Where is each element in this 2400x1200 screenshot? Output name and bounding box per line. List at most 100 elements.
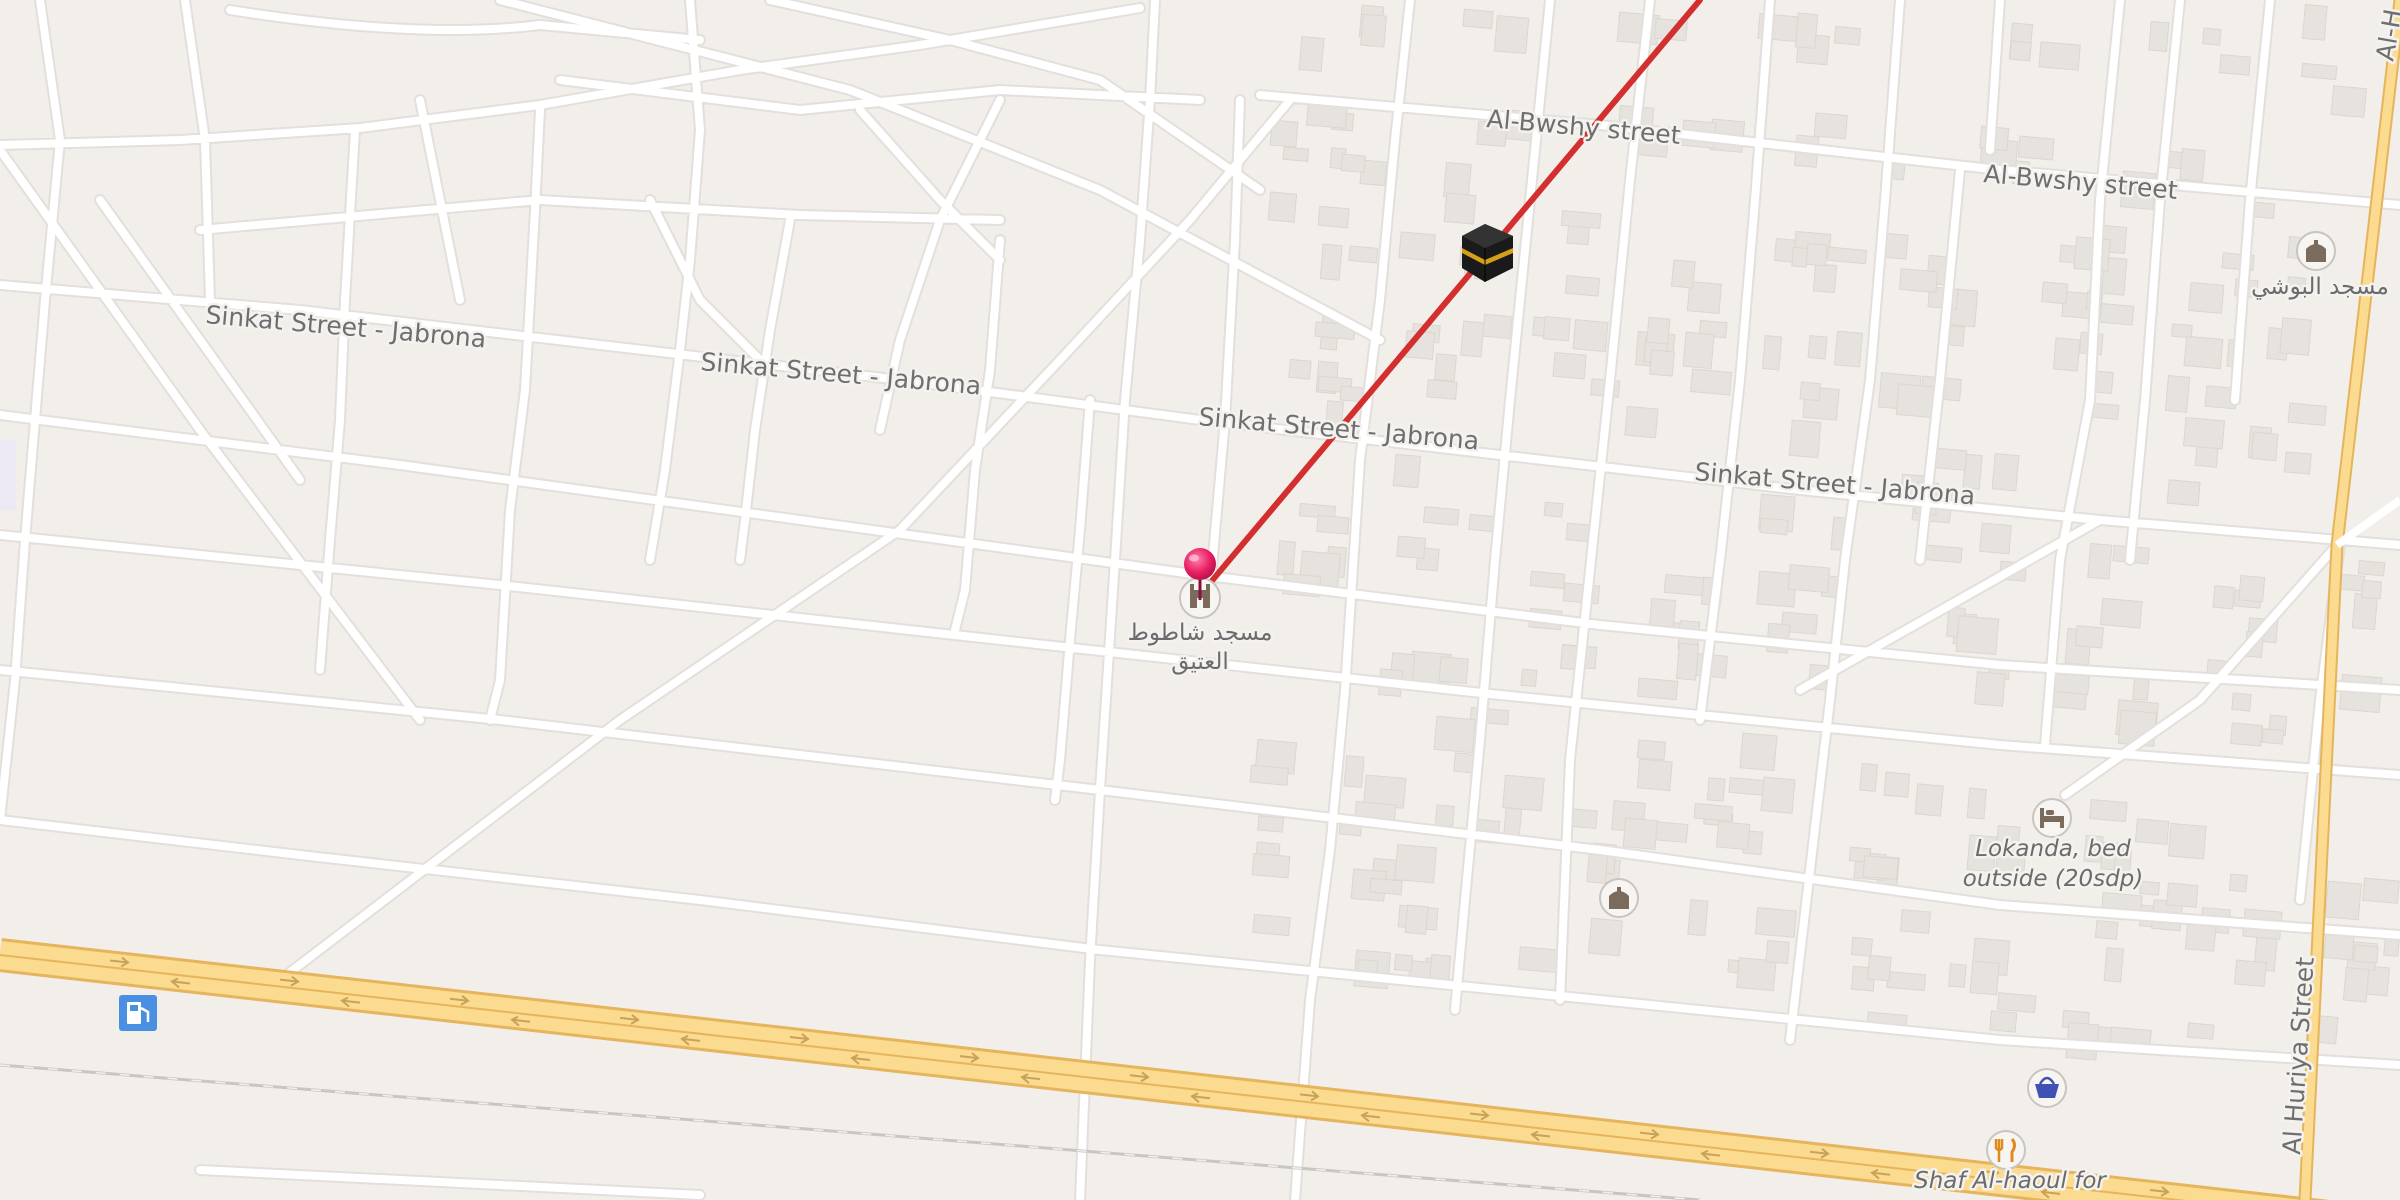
building xyxy=(1663,573,1705,597)
building xyxy=(1805,242,1828,267)
building xyxy=(2166,479,2201,507)
building xyxy=(2238,574,2266,603)
building xyxy=(2300,62,2338,81)
building xyxy=(2166,882,2199,908)
building xyxy=(1434,353,1457,382)
building xyxy=(1393,953,1413,972)
building xyxy=(1251,852,1291,879)
building xyxy=(1552,351,1587,380)
mosque-icon xyxy=(2296,231,2336,271)
poi-label-mosque-east: مسجد البوشي xyxy=(2251,274,2389,300)
building xyxy=(2186,1022,2215,1040)
building xyxy=(1636,758,1673,792)
bed-icon xyxy=(2032,798,2072,838)
building xyxy=(2183,335,2224,370)
building xyxy=(1298,36,1325,72)
building xyxy=(1885,970,1927,992)
building xyxy=(2212,585,2235,610)
building xyxy=(2279,317,2313,356)
building xyxy=(1969,960,2000,996)
building xyxy=(1649,349,1675,377)
building xyxy=(1834,330,1864,368)
building xyxy=(2233,959,2267,988)
building xyxy=(1257,815,1285,833)
building xyxy=(2357,560,2386,577)
building xyxy=(1517,946,1559,974)
map-canvas[interactable]: Sinkat Street - Jabrona Sinkat Street - … xyxy=(0,0,2400,1200)
building xyxy=(1693,802,1734,822)
building xyxy=(2229,722,2264,747)
poi-label-lokanda-1: Lokanda, bed xyxy=(1975,836,2131,862)
poi-mosque-south[interactable] xyxy=(1599,878,1639,918)
building xyxy=(1369,877,1403,896)
building xyxy=(1529,570,1566,590)
building xyxy=(1396,535,1427,560)
building xyxy=(1979,522,2012,555)
building xyxy=(1571,808,1598,830)
building xyxy=(2201,27,2222,46)
building xyxy=(2167,822,2207,860)
building xyxy=(1914,783,1944,817)
building xyxy=(1636,739,1667,761)
building xyxy=(1955,615,2000,656)
building xyxy=(1542,315,1571,342)
building xyxy=(1343,755,1365,789)
building xyxy=(1754,907,1797,938)
building xyxy=(1624,405,1659,439)
building xyxy=(1991,453,2020,492)
building xyxy=(1572,319,1609,353)
building xyxy=(1646,316,1671,345)
building xyxy=(2301,4,2328,41)
building xyxy=(2134,818,2170,845)
building xyxy=(2041,281,2069,305)
building xyxy=(2324,880,2362,921)
building xyxy=(1288,358,1312,380)
building xyxy=(1895,383,1936,419)
building xyxy=(2283,451,2312,475)
building xyxy=(2351,592,2379,631)
building xyxy=(1622,817,1658,850)
building xyxy=(1443,192,1477,225)
building xyxy=(1520,668,1538,688)
building xyxy=(2383,938,2400,957)
building xyxy=(1966,787,1987,820)
building xyxy=(1787,564,1831,594)
poi-label-lokanda-2: outside (20sdp) xyxy=(1963,866,2144,892)
building xyxy=(2017,135,2055,161)
building xyxy=(2094,920,2119,940)
building xyxy=(1807,335,1828,360)
building xyxy=(1252,913,1291,937)
building xyxy=(1543,501,1564,518)
poi-fuel-station[interactable] xyxy=(119,995,157,1031)
building xyxy=(2250,431,2279,462)
building xyxy=(1339,385,1364,403)
building xyxy=(1974,671,2006,707)
building xyxy=(2188,281,2225,314)
building xyxy=(1850,936,1873,957)
building xyxy=(1794,12,1819,50)
building xyxy=(1788,419,1822,459)
building xyxy=(1434,804,1455,827)
building xyxy=(1422,506,1460,526)
building xyxy=(1898,268,1939,293)
building xyxy=(1249,764,1289,786)
building xyxy=(1651,821,1689,844)
poi-shop[interactable] xyxy=(2027,1068,2067,1108)
building xyxy=(2287,402,2327,426)
poi-label-mosque-selected-1: مسجد شاطوط xyxy=(1128,620,1273,646)
building xyxy=(2052,337,2081,372)
building xyxy=(1637,677,1679,701)
building xyxy=(1267,191,1298,223)
building xyxy=(2179,148,2206,182)
building xyxy=(2353,944,2379,964)
building xyxy=(1462,8,1494,30)
building xyxy=(2148,20,2170,52)
building xyxy=(2183,416,2226,450)
building xyxy=(1675,642,1700,681)
building xyxy=(2164,374,2191,413)
building xyxy=(1398,231,1436,262)
fuel-station-icon xyxy=(119,995,157,1031)
building xyxy=(1736,957,1777,992)
building xyxy=(1317,205,1350,229)
building xyxy=(2087,542,2113,580)
